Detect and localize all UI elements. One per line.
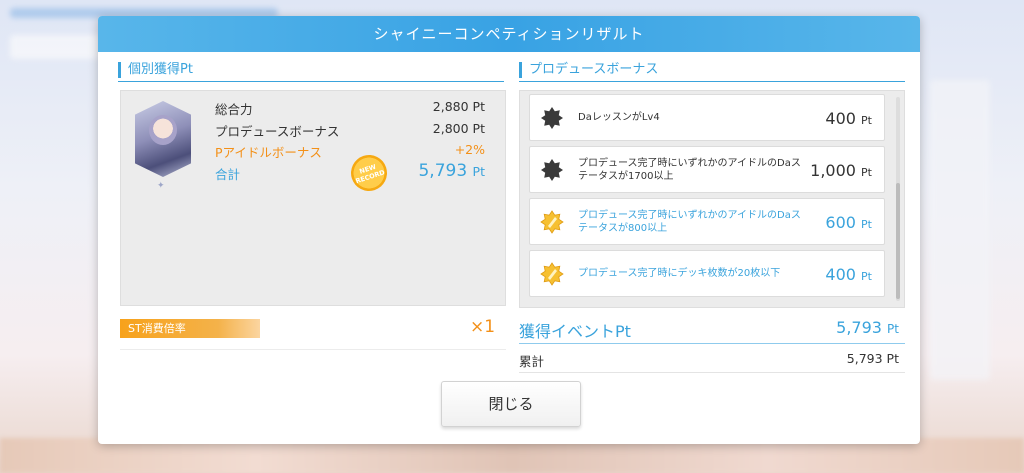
background-band <box>10 35 100 59</box>
total-label: 合計 <box>215 167 241 182</box>
idol-portrait <box>149 115 177 145</box>
event-points-row: 獲得イベントPt 5,793 Pt <box>519 318 899 342</box>
bonus-condition: プロデュース完了時にいずれかのアイドルのDaステータスが800以上 <box>578 209 801 234</box>
bonus-condition: DaレッスンがLv4 <box>578 112 660 123</box>
divider <box>120 349 506 350</box>
cumulative-row: 累計 5,793 Pt <box>519 351 899 369</box>
idol-card-thumbnail <box>135 101 191 177</box>
badge-achieved-icon <box>540 262 564 286</box>
bonus-points: 400 Pt <box>825 109 872 128</box>
total-value: 5,793 Pt <box>418 161 485 181</box>
stat-label: プロデュースボーナス <box>215 124 340 139</box>
stat-value: +2% <box>454 142 485 157</box>
stat-label: Pアイドルボーナス <box>215 145 322 160</box>
result-dialog: シャイニーコンペティションリザルト 個別獲得Pt ✦ 総合力 2,880 Pt … <box>98 16 920 444</box>
sparkle-icon: ✦ <box>157 181 165 191</box>
scrollbar-thumb[interactable] <box>896 183 900 299</box>
produce-bonus-title: プロデュースボーナス <box>519 60 905 82</box>
stat-value: 2,880 Pt <box>432 99 485 114</box>
bonus-points: 400 Pt <box>825 265 872 284</box>
cumulative-label: 累計 <box>519 354 545 369</box>
bonus-condition: プロデュース完了時にデッキ枚数が20枚以下 <box>578 268 781 279</box>
badge-achieved-icon <box>540 210 564 234</box>
st-consumption-label: ST消費倍率 <box>120 319 260 338</box>
badge-locked-icon <box>541 159 563 181</box>
stat-row-p-idol-bonus: Pアイドルボーナス +2% <box>215 142 485 162</box>
stat-row-produce-bonus: プロデュースボーナス 2,800 Pt <box>215 121 485 141</box>
stat-value: 2,800 Pt <box>432 121 485 136</box>
bonus-condition: プロデュース完了時にいずれかのアイドルのDaステータスが1700以上 <box>578 157 801 182</box>
bonus-points: 1,000 Pt <box>810 161 872 180</box>
bonus-item: プロデュース完了時にいずれかのアイドルのDaステータスが800以上 600 Pt <box>529 198 885 245</box>
event-points-value: 5,793 Pt <box>836 318 899 337</box>
bonus-item: プロデュース完了時にいずれかのアイドルのDaステータスが1700以上 1,000… <box>529 146 885 193</box>
stat-label: 総合力 <box>215 102 253 117</box>
divider <box>519 343 905 344</box>
individual-points-title: 個別獲得Pt <box>118 60 504 82</box>
stat-row-total-power: 総合力 2,880 Pt <box>215 99 485 119</box>
divider <box>519 372 905 373</box>
badge-locked-icon <box>541 107 563 129</box>
event-points-label: 獲得イベントPt <box>519 322 631 341</box>
close-button[interactable]: 閉じる <box>441 381 581 427</box>
dialog-title: シャイニーコンペティションリザルト <box>98 16 920 52</box>
individual-points-panel: ✦ 総合力 2,880 Pt プロデュースボーナス 2,800 Pt Pアイドル… <box>120 90 506 306</box>
bonus-item: プロデュース完了時にデッキ枚数が20枚以下 400 Pt <box>529 250 885 297</box>
bonus-points: 600 Pt <box>825 213 872 232</box>
background-band <box>930 80 990 380</box>
st-consumption-multiplier: ×1 <box>470 317 496 337</box>
produce-bonus-list[interactable]: DaレッスンがLv4 400 Pt プロデュース完了時にいずれかのアイドルのDa… <box>519 90 905 308</box>
bonus-item: DaレッスンがLv4 400 Pt <box>529 94 885 141</box>
cumulative-value: 5,793 Pt <box>846 351 899 366</box>
